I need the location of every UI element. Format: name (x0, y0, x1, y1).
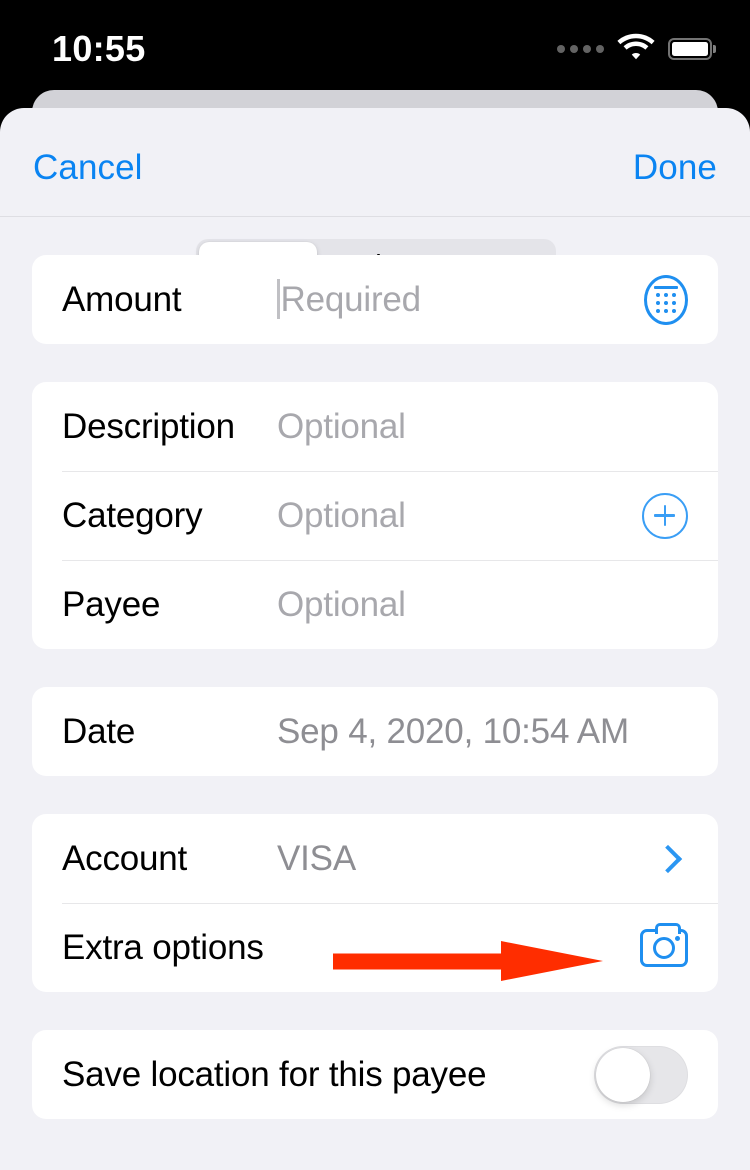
date-card: Date Sep 4, 2020, 10:54 AM (32, 687, 718, 776)
extra-options-row[interactable]: Extra options (32, 903, 718, 992)
category-row[interactable]: Category Optional (32, 471, 718, 560)
signal-dots-icon (557, 44, 604, 53)
description-input[interactable]: Optional (277, 407, 688, 447)
phone-screen: 10:55 Cancel Done Amount Required Descri… (0, 0, 750, 1170)
category-label: Category (62, 495, 203, 535)
amount-label: Amount (62, 279, 182, 319)
account-label: Account (62, 838, 188, 878)
text-cursor (277, 279, 280, 319)
status-bar: 10:55 (0, 0, 750, 92)
amount-row[interactable]: Amount Required (32, 255, 718, 344)
status-bar-indicators (557, 32, 712, 65)
payee-label: Payee (62, 584, 161, 624)
form-content: Amount Required Description Optional Cat… (0, 217, 750, 1119)
account-value: VISA (277, 838, 356, 878)
plus-circle-icon[interactable] (642, 492, 688, 539)
extra-options-label: Extra options (62, 927, 264, 967)
camera-icon[interactable] (640, 922, 688, 967)
status-bar-time: 10:55 (52, 28, 146, 69)
account-card: Account VISA Extra options (32, 814, 718, 992)
wifi-icon (617, 32, 655, 65)
save-location-toggle[interactable] (594, 1045, 688, 1104)
category-input[interactable]: Optional (277, 496, 642, 536)
amount-card: Amount Required (32, 255, 718, 344)
date-value[interactable]: Sep 4, 2020, 10:54 AM (277, 712, 688, 752)
amount-placeholder: Required (280, 280, 422, 319)
details-card: Description Optional Category Optional P… (32, 382, 718, 649)
calculator-icon[interactable] (644, 274, 688, 325)
date-label: Date (62, 711, 136, 751)
payee-row[interactable]: Payee Optional (32, 560, 718, 649)
chevron-right-icon[interactable] (653, 844, 683, 873)
save-location-label: Save location for this payee (62, 1054, 487, 1094)
save-location-card: Save location for this payee (32, 1030, 718, 1119)
description-row[interactable]: Description Optional (32, 382, 718, 471)
save-location-row[interactable]: Save location for this payee (32, 1030, 718, 1119)
battery-full-icon (668, 37, 712, 60)
done-button[interactable]: Done (633, 148, 717, 188)
sheet-toolbar: Cancel Done (0, 108, 750, 301)
amount-input[interactable]: Required (277, 279, 644, 320)
date-row[interactable]: Date Sep 4, 2020, 10:54 AM (32, 687, 718, 776)
transaction-sheet: Cancel Done Amount Required Description … (0, 108, 750, 1170)
payee-input[interactable]: Optional (277, 585, 688, 625)
description-label: Description (62, 406, 235, 446)
account-row[interactable]: Account VISA (32, 814, 718, 903)
cancel-button[interactable]: Cancel (33, 148, 143, 188)
